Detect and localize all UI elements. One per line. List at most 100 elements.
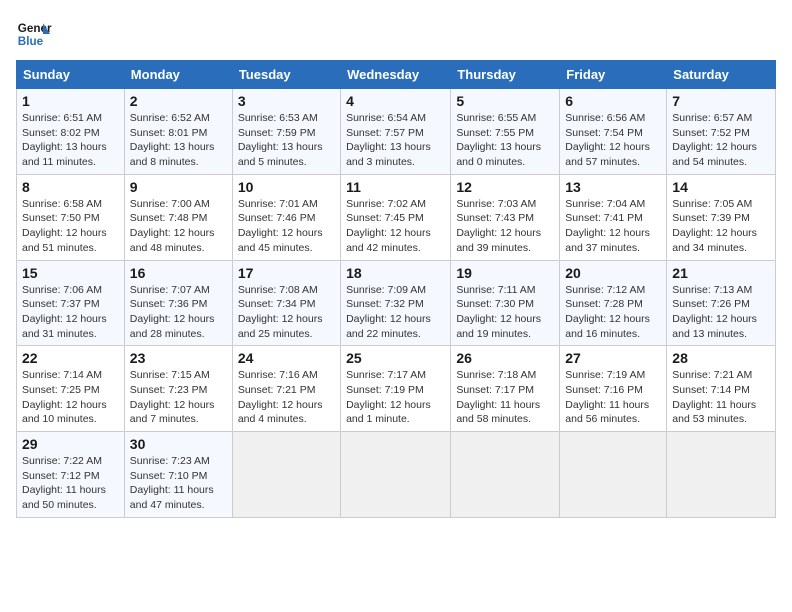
day-info: Sunrise: 7:13 AM Sunset: 7:26 PM Dayligh…	[672, 283, 770, 342]
calendar-body: 1 Sunrise: 6:51 AM Sunset: 8:02 PM Daylig…	[17, 89, 776, 518]
day-cell: 3 Sunrise: 6:53 AM Sunset: 7:59 PM Daylig…	[232, 89, 340, 175]
day-number: 19	[456, 265, 554, 281]
day-number: 13	[565, 179, 661, 195]
day-cell: 9 Sunrise: 7:00 AM Sunset: 7:48 PM Daylig…	[124, 174, 232, 260]
col-header-friday: Friday	[560, 61, 667, 89]
day-cell: 13Sunrise: 7:04 AM Sunset: 7:41 PM Dayli…	[560, 174, 667, 260]
day-number: 26	[456, 350, 554, 366]
day-cell: 12Sunrise: 7:03 AM Sunset: 7:43 PM Dayli…	[451, 174, 560, 260]
day-info: Sunrise: 7:17 AM Sunset: 7:19 PM Dayligh…	[346, 368, 445, 427]
day-cell: 10 Sunrise: 7:01 AM Sunset: 7:46 PM Dayli…	[232, 174, 340, 260]
day-cell: 1 Sunrise: 6:51 AM Sunset: 8:02 PM Daylig…	[17, 89, 125, 175]
day-cell: 4 Sunrise: 6:54 AM Sunset: 7:57 PM Daylig…	[341, 89, 451, 175]
day-info: Sunrise: 6:56 AM Sunset: 7:54 PM Dayligh…	[565, 111, 661, 170]
day-number: 15	[22, 265, 119, 281]
day-number: 2	[130, 93, 227, 109]
day-cell: 20 Sunrise: 7:12 AM Sunset: 7:28 PM Dayli…	[560, 260, 667, 346]
logo-icon: General Blue	[16, 16, 52, 52]
day-cell: 25Sunrise: 7:17 AM Sunset: 7:19 PM Dayli…	[341, 346, 451, 432]
day-number: 20	[565, 265, 661, 281]
logo: General Blue	[16, 16, 52, 52]
col-header-sunday: Sunday	[17, 61, 125, 89]
day-number: 8	[22, 179, 119, 195]
day-cell: 15 Sunrise: 7:06 AM Sunset: 7:37 PM Dayli…	[17, 260, 125, 346]
col-header-thursday: Thursday	[451, 61, 560, 89]
day-number: 28	[672, 350, 770, 366]
calendar-table: SundayMondayTuesdayWednesdayThursdayFrid…	[16, 60, 776, 518]
day-info: Sunrise: 6:51 AM Sunset: 8:02 PM Dayligh…	[22, 111, 119, 170]
svg-text:Blue: Blue	[18, 35, 44, 48]
day-cell: 14 Sunrise: 7:05 AM Sunset: 7:39 PM Dayli…	[667, 174, 776, 260]
day-number: 16	[130, 265, 227, 281]
day-info: Sunrise: 6:52 AM Sunset: 8:01 PM Dayligh…	[130, 111, 227, 170]
day-number: 10	[238, 179, 335, 195]
week-row-4: 22Sunrise: 7:14 AM Sunset: 7:25 PM Dayli…	[17, 346, 776, 432]
day-info: Sunrise: 6:58 AM Sunset: 7:50 PM Dayligh…	[22, 197, 119, 256]
col-header-tuesday: Tuesday	[232, 61, 340, 89]
day-cell	[560, 432, 667, 518]
day-number: 3	[238, 93, 335, 109]
day-number: 27	[565, 350, 661, 366]
day-number: 6	[565, 93, 661, 109]
day-info: Sunrise: 6:57 AM Sunset: 7:52 PM Dayligh…	[672, 111, 770, 170]
day-number: 9	[130, 179, 227, 195]
day-cell: 28 Sunrise: 7:21 AM Sunset: 7:14 PM Dayli…	[667, 346, 776, 432]
day-info: Sunrise: 7:11 AM Sunset: 7:30 PM Dayligh…	[456, 283, 554, 342]
col-header-wednesday: Wednesday	[341, 61, 451, 89]
day-cell: 24 Sunrise: 7:16 AM Sunset: 7:21 PM Dayli…	[232, 346, 340, 432]
day-info: Sunrise: 7:21 AM Sunset: 7:14 PM Dayligh…	[672, 368, 770, 427]
week-row-2: 8 Sunrise: 6:58 AM Sunset: 7:50 PM Daylig…	[17, 174, 776, 260]
day-info: Sunrise: 7:05 AM Sunset: 7:39 PM Dayligh…	[672, 197, 770, 256]
day-cell: 27 Sunrise: 7:19 AM Sunset: 7:16 PM Dayli…	[560, 346, 667, 432]
day-cell: 8 Sunrise: 6:58 AM Sunset: 7:50 PM Daylig…	[17, 174, 125, 260]
day-cell	[232, 432, 340, 518]
day-info: Sunrise: 7:12 AM Sunset: 7:28 PM Dayligh…	[565, 283, 661, 342]
day-info: Sunrise: 7:19 AM Sunset: 7:16 PM Dayligh…	[565, 368, 661, 427]
day-info: Sunrise: 7:18 AM Sunset: 7:17 PM Dayligh…	[456, 368, 554, 427]
day-cell	[667, 432, 776, 518]
day-info: Sunrise: 7:03 AM Sunset: 7:43 PM Dayligh…	[456, 197, 554, 256]
day-info: Sunrise: 7:22 AM Sunset: 7:12 PM Dayligh…	[22, 454, 119, 513]
day-info: Sunrise: 7:08 AM Sunset: 7:34 PM Dayligh…	[238, 283, 335, 342]
day-info: Sunrise: 6:53 AM Sunset: 7:59 PM Dayligh…	[238, 111, 335, 170]
day-number: 11	[346, 179, 445, 195]
col-header-saturday: Saturday	[667, 61, 776, 89]
day-number: 1	[22, 93, 119, 109]
day-cell: 29 Sunrise: 7:22 AM Sunset: 7:12 PM Dayli…	[17, 432, 125, 518]
day-cell: 26 Sunrise: 7:18 AM Sunset: 7:17 PM Dayli…	[451, 346, 560, 432]
day-number: 23	[130, 350, 227, 366]
day-number: 5	[456, 93, 554, 109]
day-number: 4	[346, 93, 445, 109]
page-header: General Blue	[16, 16, 776, 52]
day-cell: 23Sunrise: 7:15 AM Sunset: 7:23 PM Dayli…	[124, 346, 232, 432]
day-info: Sunrise: 7:23 AM Sunset: 7:10 PM Dayligh…	[130, 454, 227, 513]
day-cell: 21 Sunrise: 7:13 AM Sunset: 7:26 PM Dayli…	[667, 260, 776, 346]
day-cell: 7 Sunrise: 6:57 AM Sunset: 7:52 PM Daylig…	[667, 89, 776, 175]
col-header-monday: Monday	[124, 61, 232, 89]
day-cell: 6 Sunrise: 6:56 AM Sunset: 7:54 PM Daylig…	[560, 89, 667, 175]
day-number: 21	[672, 265, 770, 281]
calendar-header: SundayMondayTuesdayWednesdayThursdayFrid…	[17, 61, 776, 89]
day-number: 18	[346, 265, 445, 281]
day-cell: 2 Sunrise: 6:52 AM Sunset: 8:01 PM Daylig…	[124, 89, 232, 175]
day-info: Sunrise: 7:06 AM Sunset: 7:37 PM Dayligh…	[22, 283, 119, 342]
day-number: 30	[130, 436, 227, 452]
day-cell: 30 Sunrise: 7:23 AM Sunset: 7:10 PM Dayli…	[124, 432, 232, 518]
day-info: Sunrise: 6:55 AM Sunset: 7:55 PM Dayligh…	[456, 111, 554, 170]
day-cell: 18Sunrise: 7:09 AM Sunset: 7:32 PM Dayli…	[341, 260, 451, 346]
day-cell: 17 Sunrise: 7:08 AM Sunset: 7:34 PM Dayli…	[232, 260, 340, 346]
day-number: 14	[672, 179, 770, 195]
day-cell: 19 Sunrise: 7:11 AM Sunset: 7:30 PM Dayli…	[451, 260, 560, 346]
day-info: Sunrise: 7:00 AM Sunset: 7:48 PM Dayligh…	[130, 197, 227, 256]
day-info: Sunrise: 7:02 AM Sunset: 7:45 PM Dayligh…	[346, 197, 445, 256]
day-info: Sunrise: 6:54 AM Sunset: 7:57 PM Dayligh…	[346, 111, 445, 170]
day-number: 29	[22, 436, 119, 452]
day-cell: 11 Sunrise: 7:02 AM Sunset: 7:45 PM Dayli…	[341, 174, 451, 260]
day-number: 24	[238, 350, 335, 366]
day-number: 7	[672, 93, 770, 109]
week-row-5: 29 Sunrise: 7:22 AM Sunset: 7:12 PM Dayli…	[17, 432, 776, 518]
day-number: 17	[238, 265, 335, 281]
day-info: Sunrise: 7:01 AM Sunset: 7:46 PM Dayligh…	[238, 197, 335, 256]
day-info: Sunrise: 7:16 AM Sunset: 7:21 PM Dayligh…	[238, 368, 335, 427]
day-cell	[341, 432, 451, 518]
